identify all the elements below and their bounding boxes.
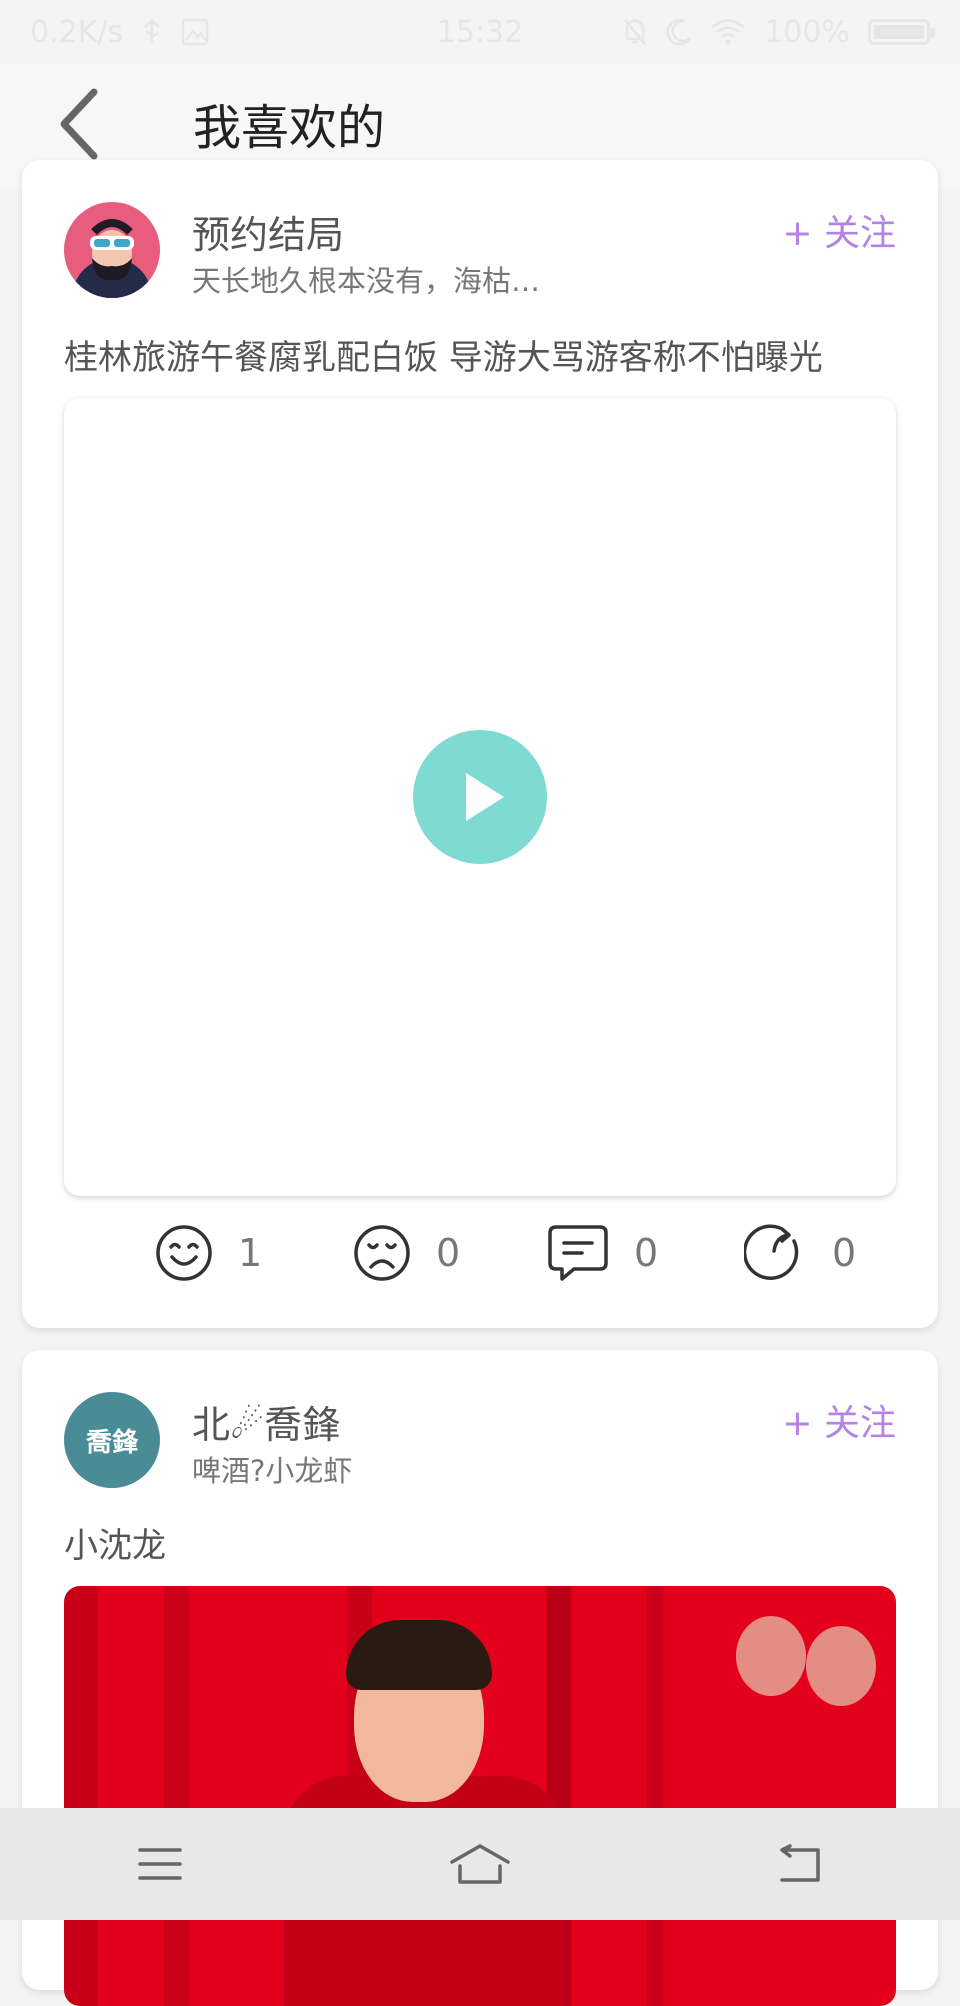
share-count: 0 <box>832 1231 857 1275</box>
video-player[interactable] <box>64 398 896 1196</box>
post-title[interactable]: 小沈龙 <box>64 1518 166 1567</box>
avatar-image <box>64 202 160 298</box>
system-nav-bar <box>0 1808 960 1920</box>
username[interactable]: 预约结局 <box>192 204 344 259</box>
like-count: 1 <box>238 1231 263 1275</box>
comment-icon <box>548 1225 608 1281</box>
post-actions: 1 0 0 0 <box>22 1208 938 1298</box>
post-title[interactable]: 桂林旅游午餐腐乳配白饭 导游大骂游客称不怕曝光 <box>64 330 823 379</box>
avatar-text: 喬鋒 <box>85 1427 138 1458</box>
comment-count: 0 <box>634 1231 659 1275</box>
comment-button[interactable]: 0 <box>546 1208 658 1298</box>
home-icon <box>450 1844 510 1884</box>
follow-button[interactable]: + 关注 <box>782 1394 896 1446</box>
smile-icon <box>156 1225 212 1281</box>
avatar[interactable]: 喬鋒 <box>64 1392 160 1488</box>
home-button[interactable] <box>420 1808 540 1920</box>
sad-icon <box>354 1225 410 1281</box>
back-button[interactable] <box>40 74 120 174</box>
share-button[interactable]: 0 <box>744 1208 856 1298</box>
page-title: 我喜欢的 <box>193 100 386 156</box>
background-person <box>806 1626 876 1706</box>
user-signature: 天长地久根本没有，海枯… <box>192 264 541 298</box>
avatar[interactable] <box>64 202 160 298</box>
follow-button[interactable]: + 关注 <box>782 204 896 256</box>
play-icon <box>466 773 504 821</box>
status-bar: 0.2K/s 15:32 100% <box>0 0 960 64</box>
menu-button[interactable] <box>100 1808 220 1920</box>
back-nav-button[interactable] <box>740 1808 860 1920</box>
post-card: 预约结局 天长地久根本没有，海枯… + 关注 桂林旅游午餐腐乳配白饭 导游大骂游… <box>22 160 938 1328</box>
return-icon <box>780 1844 820 1882</box>
back-arrow-icon <box>60 88 98 160</box>
share-icon <box>744 1224 799 1280</box>
user-signature: 啤酒?小龙虾 <box>192 1454 353 1488</box>
dislike-count: 0 <box>436 1231 461 1275</box>
person-hair <box>346 1620 492 1690</box>
username[interactable]: 北☄喬鋒 <box>192 1394 340 1449</box>
battery-icon <box>868 19 935 45</box>
status-time: 15:32 <box>436 14 524 50</box>
play-button[interactable] <box>413 730 547 864</box>
like-button[interactable]: 1 <box>154 1208 262 1298</box>
video-thumbnail[interactable] <box>64 1586 896 2006</box>
dislike-button[interactable]: 0 <box>352 1208 460 1298</box>
menu-icon <box>138 1848 182 1880</box>
background-person <box>736 1616 806 1696</box>
